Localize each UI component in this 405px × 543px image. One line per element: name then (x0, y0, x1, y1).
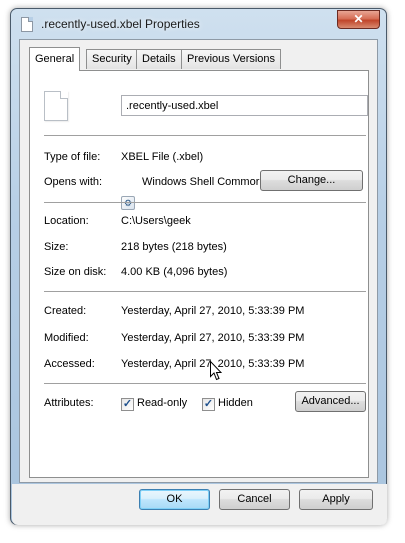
tab-previous-versions[interactable]: Previous Versions (181, 49, 282, 69)
read-only-checkbox[interactable]: ✓ (121, 398, 134, 411)
size-on-disk-value: 4.00 KB (4,096 bytes) (121, 266, 228, 278)
document-icon (44, 91, 68, 121)
created-label: Created: (44, 305, 87, 317)
separator (44, 202, 366, 203)
close-button[interactable]: ✕ (337, 10, 380, 29)
hidden-label[interactable]: Hidden (218, 397, 253, 409)
opens-with-value: Windows Shell Commor (142, 176, 260, 188)
tab-details[interactable]: Details (136, 49, 182, 69)
size-label: Size: (44, 241, 69, 253)
created-value: Yesterday, April 27, 2010, 5:33:39 PM (121, 305, 305, 317)
mouse-pointer-icon (210, 361, 222, 381)
attributes-label: Attributes: (44, 397, 94, 409)
accessed-label: Accessed: (44, 358, 95, 370)
modified-label: Modified: (44, 332, 89, 344)
change-button[interactable]: Change... (260, 170, 363, 191)
modified-value: Yesterday, April 27, 2010, 5:33:39 PM (121, 332, 305, 344)
title-bar[interactable]: .recently-used.xbel Properties ✕ (11, 9, 386, 39)
tab-security[interactable]: Security (86, 49, 138, 69)
ok-button[interactable]: OK (139, 489, 210, 510)
shell-app-icon: ⚙ (121, 196, 135, 210)
file-name-input[interactable] (121, 95, 368, 116)
location-label: Location: (44, 215, 89, 227)
size-value: 218 bytes (218 bytes) (121, 241, 227, 253)
opens-with-label: Opens with: (44, 176, 103, 188)
advanced-button[interactable]: Advanced... (295, 391, 366, 412)
window-title: .recently-used.xbel Properties (41, 17, 200, 31)
hidden-checkbox[interactable]: ✓ (202, 398, 215, 411)
separator (44, 135, 366, 136)
dialog-button-bar: OK Cancel Apply (12, 484, 387, 525)
tab-general[interactable]: General (29, 47, 81, 71)
size-on-disk-label: Size on disk: (44, 266, 107, 278)
dialog-body: General Security Details Previous Versio… (19, 39, 378, 483)
separator (44, 291, 366, 292)
type-of-file-value: XBEL File (.xbel) (121, 151, 204, 163)
read-only-label[interactable]: Read-only (137, 397, 187, 409)
separator (44, 383, 366, 384)
document-icon (21, 17, 33, 32)
properties-dialog: .recently-used.xbel Properties ✕ General… (10, 8, 387, 525)
location-value: C:\Users\geek (121, 215, 191, 227)
type-of-file-label: Type of file: (44, 151, 101, 163)
general-tab-page: Type of file: XBEL File (.xbel) Opens wi… (29, 70, 369, 478)
apply-button[interactable]: Apply (299, 489, 373, 510)
cancel-button[interactable]: Cancel (219, 489, 290, 510)
